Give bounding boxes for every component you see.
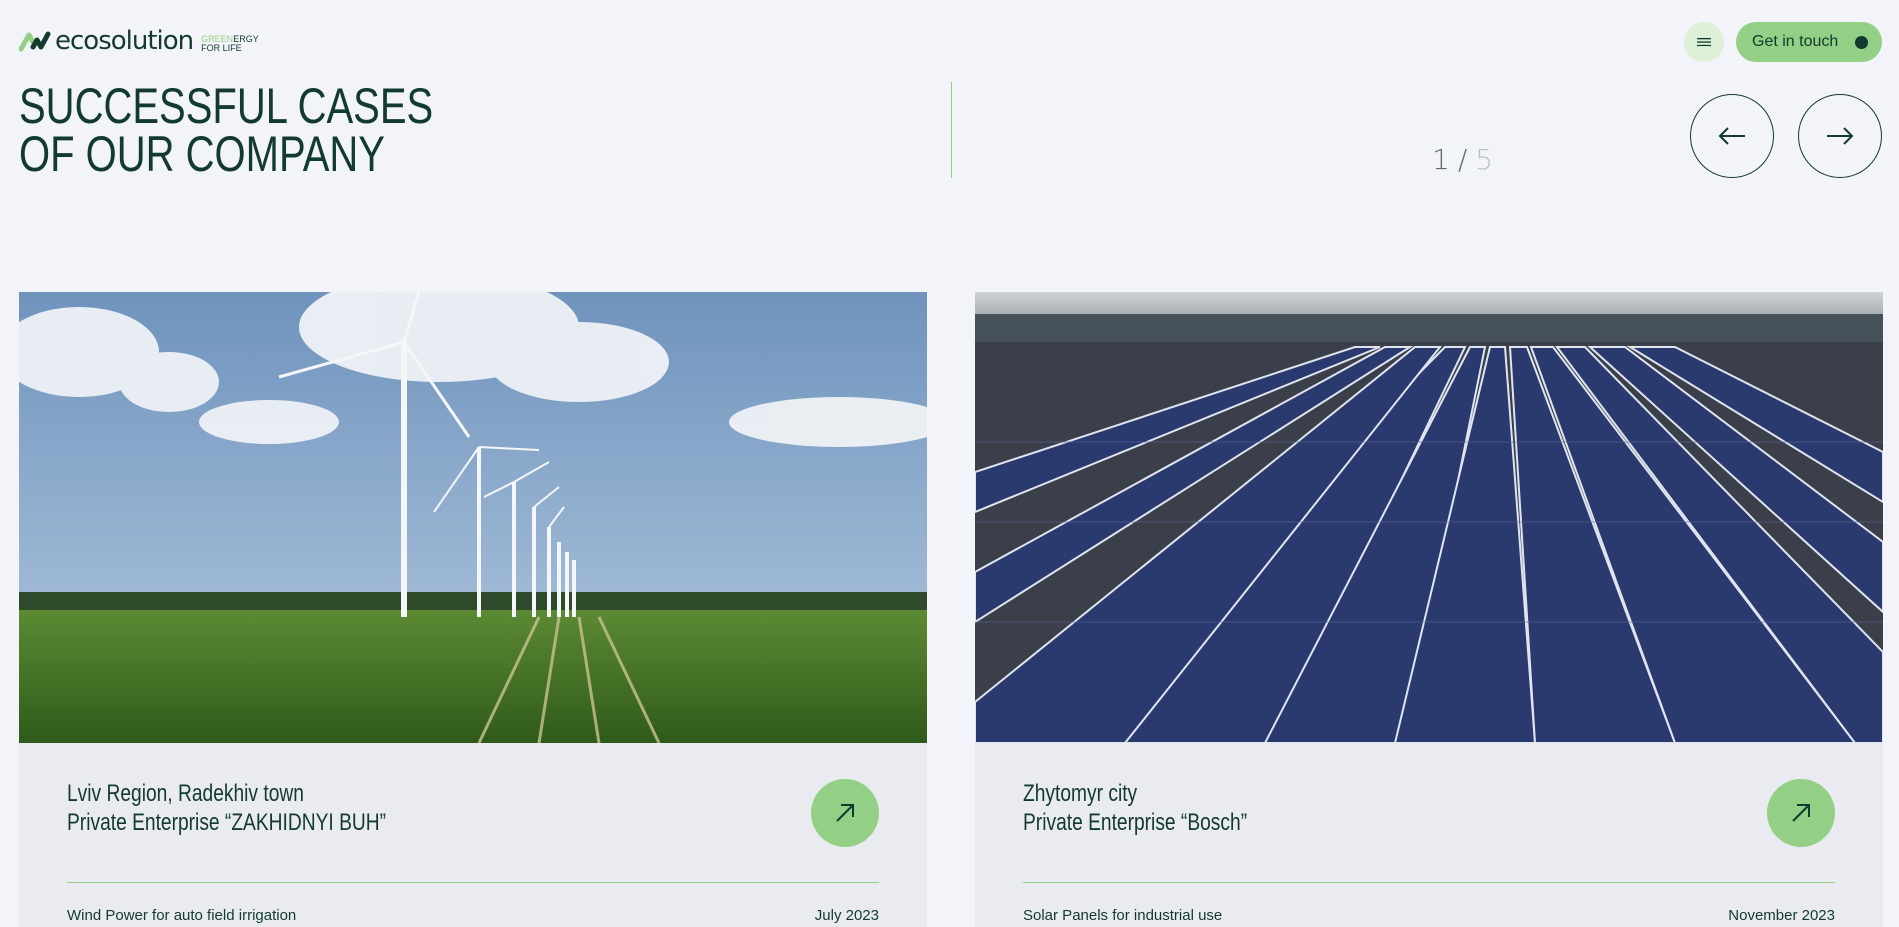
slide-counter: 1/5 [1432,143,1494,176]
open-case-button[interactable] [1767,779,1835,847]
brand-logo[interactable]: ecosolution GREENERGY FOR LIFE [19,28,259,54]
brand-name: ecosolution [55,26,194,56]
solar-panels-image [975,292,1883,743]
hamburger-icon [1697,38,1711,47]
card-divider [67,882,879,883]
current-slide: 1 [1432,143,1450,176]
menu-button[interactable] [1684,22,1724,62]
case-category: Wind Power for auto field irrigation [67,907,297,924]
get-in-touch-label: Get in touch [1752,33,1839,50]
arrow-right-icon [1827,127,1854,145]
case-category: Solar Panels for industrial use [1023,907,1223,924]
section-title: SUCCESSFUL CASES OF OUR COMPANY [19,78,434,182]
case-title: Zhytomyr city Private Enterprise “Bosch” [1023,780,1248,836]
next-slide-button[interactable] [1798,94,1882,178]
case-date: November 2023 [1728,907,1835,924]
open-case-button[interactable] [811,779,879,847]
prev-slide-button[interactable] [1690,94,1774,178]
arrow-up-right-icon [1792,804,1810,822]
total-slides: 5 [1475,143,1494,176]
vertical-divider [951,82,952,178]
arrow-left-icon [1718,127,1745,145]
card-divider [1023,882,1835,883]
get-in-touch-button[interactable]: Get in touch [1736,22,1882,62]
case-card[interactable]: Lviv Region, Radekhiv town Private Enter… [19,292,927,927]
case-card[interactable]: Zhytomyr city Private Enterprise “Bosch”… [975,292,1883,927]
arrow-up-right-icon [836,804,854,822]
case-title: Lviv Region, Radekhiv town Private Enter… [67,780,387,836]
case-date: July 2023 [814,907,879,924]
brand-tagline: GREENERGY FOR LIFE [201,34,259,53]
wind-turbines-image [19,292,927,743]
dot-icon [1855,36,1868,49]
logo-mark-icon [19,31,51,52]
